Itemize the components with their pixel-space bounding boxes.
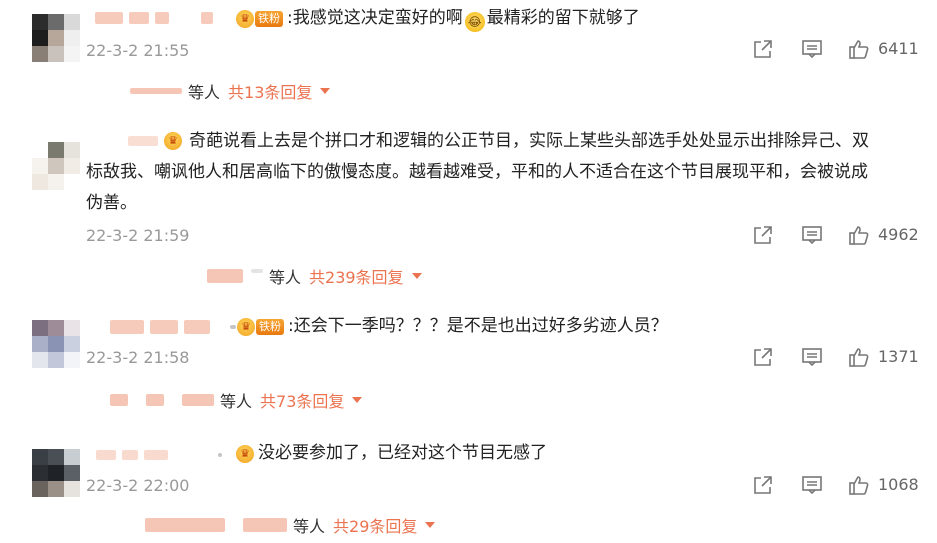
username-blurred[interactable] [96, 446, 222, 464]
thumbs-up-icon[interactable] [848, 38, 870, 60]
username-blurred[interactable] [95, 9, 213, 27]
crying-laugh-emoji-icon: 😂 [464, 12, 485, 32]
reply-summary[interactable]: 等人 共239条回复 [207, 265, 422, 287]
thumbs-up-icon[interactable] [848, 474, 870, 496]
avatar[interactable] [32, 320, 80, 368]
username-blurred[interactable] [110, 318, 236, 336]
share-icon[interactable] [752, 224, 774, 246]
avatar[interactable] [32, 14, 80, 62]
chevron-down-icon[interactable] [411, 273, 422, 279]
reply-summary[interactable]: 等人 共29条回复 [145, 514, 436, 536]
comment-icon[interactable] [801, 38, 823, 60]
comment-text: :还会下一季吗？？？是不是也出过好多劣迹人员？ [288, 316, 668, 336]
like-count: 6411 [878, 39, 919, 58]
reply-summary[interactable]: 等人 共73条回复 [110, 389, 363, 411]
crown-icon: ♛ [237, 318, 255, 336]
fan-badge: ♛ 铁粉 [237, 317, 284, 337]
share-icon[interactable] [752, 38, 774, 60]
chevron-down-icon[interactable] [425, 522, 436, 528]
comment-text: :我感觉这决定蛮好的啊 😂 最精彩的留下就够了 [287, 3, 640, 34]
like-count: 1068 [878, 475, 919, 494]
comment-time: 22-3-2 21:55 [86, 41, 190, 60]
comment-icon[interactable] [801, 346, 823, 368]
like-count: 4962 [878, 225, 919, 244]
comment-time: 22-3-2 21:58 [86, 348, 190, 367]
fan-badge: ♛ 铁粉 [236, 9, 283, 29]
comment-icon[interactable] [801, 474, 823, 496]
share-icon[interactable] [752, 474, 774, 496]
avatar[interactable] [32, 142, 80, 190]
comment-time: 22-3-2 22:00 [86, 476, 190, 495]
fan-badge: ♛ [236, 444, 254, 464]
comment-text: 没必要参加了，已经对这个节目无感了 [258, 443, 547, 463]
thumbs-up-icon[interactable] [848, 346, 870, 368]
thumbs-up-icon[interactable] [848, 224, 870, 246]
comment-time: 22-3-2 21:59 [86, 226, 190, 245]
crown-icon: ♛ [236, 445, 254, 463]
comment-text: 奇葩说看上去是个拼口才和逻辑的公正节目，实际上某些头部选手处处显示出排除异己、双… [86, 131, 869, 213]
like-count: 1371 [878, 347, 919, 366]
comment-icon[interactable] [801, 224, 823, 246]
share-icon[interactable] [752, 346, 774, 368]
avatar[interactable] [32, 449, 80, 497]
chevron-down-icon[interactable] [320, 88, 331, 94]
reply-summary[interactable]: 等人 共13条回复 [130, 80, 331, 102]
chevron-down-icon[interactable] [352, 397, 363, 403]
crown-icon: ♛ [236, 10, 254, 28]
